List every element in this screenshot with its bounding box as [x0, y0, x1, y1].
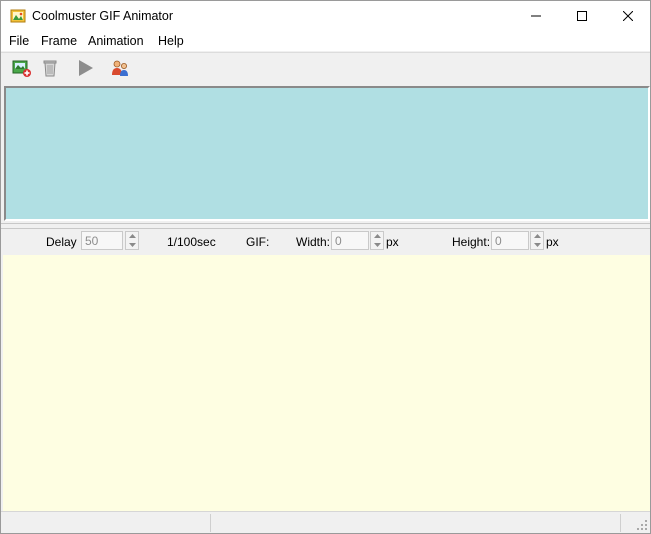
menu-file[interactable]: File — [9, 34, 29, 48]
maximize-icon — [577, 11, 587, 21]
width-unit-label: px — [386, 235, 399, 249]
close-button[interactable] — [605, 1, 651, 31]
width-label: Width: — [296, 235, 331, 249]
status-pane — [1, 514, 211, 532]
spin-down-icon[interactable] — [531, 241, 543, 249]
recycle-bin-icon — [43, 60, 57, 77]
add-frames-button[interactable] — [11, 57, 33, 79]
minimize-icon — [531, 15, 541, 17]
play-button[interactable] — [74, 57, 96, 79]
users-button[interactable] — [109, 57, 131, 79]
delay-input[interactable] — [81, 231, 123, 250]
window-title: Coolmuster GIF Animator — [32, 9, 174, 23]
preview-area[interactable] — [3, 255, 650, 511]
height-unit-label: px — [546, 235, 559, 249]
menu-help[interactable]: Help — [158, 34, 184, 48]
menu-animation[interactable]: Animation — [88, 34, 144, 48]
gif-settings-bar: Delay : 1/100sec GIF: Width: px Height: … — [1, 229, 650, 255]
delay-unit-label: 1/100sec — [167, 235, 216, 249]
minimize-button[interactable] — [513, 1, 559, 31]
height-input[interactable] — [491, 231, 529, 250]
delay-label: Delay : — [46, 235, 84, 249]
delete-frame-button[interactable] — [39, 57, 61, 79]
delay-spinner[interactable] — [125, 231, 139, 250]
status-bar — [1, 511, 650, 533]
spin-down-icon[interactable] — [371, 241, 383, 249]
app-window: Coolmuster GIF Animator File Frame Anima… — [0, 0, 651, 534]
toolbar — [1, 52, 650, 84]
spin-up-icon[interactable] — [531, 232, 543, 240]
users-icon — [112, 60, 128, 76]
add-frames-icon — [12, 60, 31, 77]
frames-panel[interactable] — [4, 86, 650, 221]
play-icon — [79, 60, 93, 76]
spin-up-icon[interactable] — [126, 232, 138, 240]
width-input[interactable] — [331, 231, 369, 250]
menu-bar: File Frame Animation Help — [1, 31, 650, 51]
status-pane — [211, 514, 621, 532]
spin-down-icon[interactable] — [126, 241, 138, 249]
menu-frame[interactable]: Frame — [41, 34, 77, 48]
resize-grip-icon[interactable] — [636, 519, 648, 531]
maximize-button[interactable] — [559, 1, 605, 31]
height-spinner[interactable] — [530, 231, 544, 250]
close-icon — [623, 11, 633, 21]
title-bar[interactable]: Coolmuster GIF Animator — [1, 1, 650, 31]
spin-up-icon[interactable] — [371, 232, 383, 240]
gif-label: GIF: — [246, 235, 270, 249]
height-label: Height: — [452, 235, 491, 249]
app-logo-icon — [10, 8, 26, 24]
width-spinner[interactable] — [370, 231, 384, 250]
